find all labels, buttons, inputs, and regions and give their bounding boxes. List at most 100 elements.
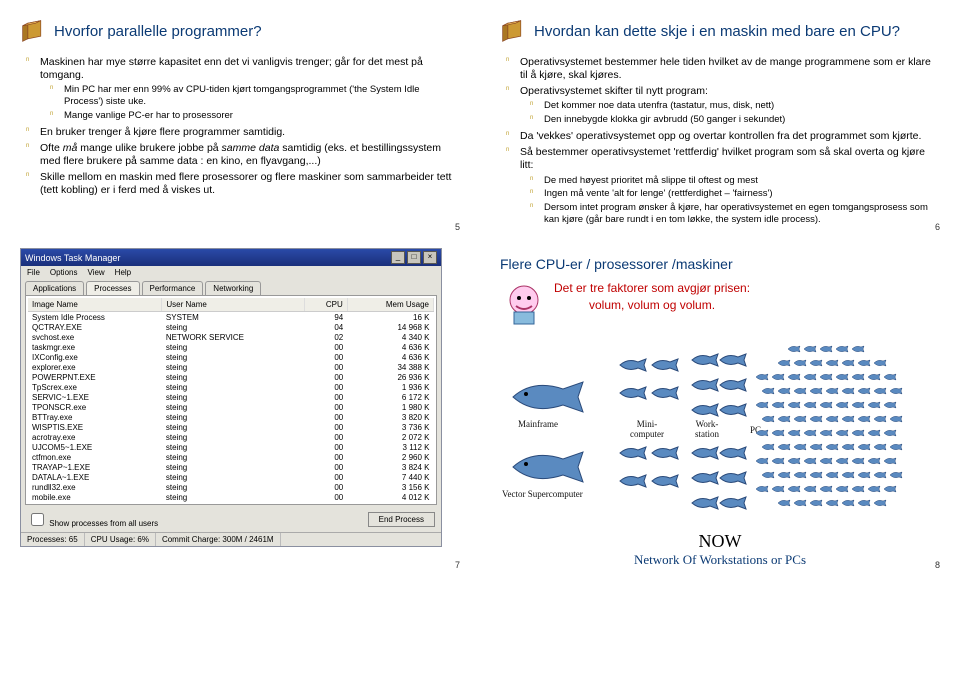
fish-icon <box>883 457 897 468</box>
fish-icon <box>883 485 897 496</box>
fish-icon <box>857 359 871 370</box>
fish-icon <box>771 401 785 412</box>
fish-icon <box>889 443 903 454</box>
fish-icon <box>873 387 887 398</box>
tab-performance[interactable]: Performance <box>142 281 204 295</box>
column-header[interactable]: Mem Usage <box>347 298 433 312</box>
bullet-item: En bruker trenger å kjøre flere programm… <box>26 126 460 139</box>
fish-icon <box>825 443 839 454</box>
table-row[interactable]: SERVIC~1.EXEsteing006 172 K <box>28 392 434 402</box>
fish-icon <box>873 415 887 426</box>
column-header[interactable]: User Name <box>162 298 304 312</box>
fish-icon <box>841 387 855 398</box>
bullet-item: Ofte må mange ulike brukere jobbe på sam… <box>26 142 460 168</box>
sub-bullet-item: Ingen må vente 'alt for lenge' (rettferd… <box>530 188 940 200</box>
fish-icon <box>755 485 769 496</box>
fish-icon <box>718 352 748 371</box>
table-row[interactable]: POWERPNT.EXEsteing0026 936 K <box>28 372 434 382</box>
fish-icon <box>618 385 648 404</box>
fish-icon <box>787 345 801 356</box>
fish-icon <box>889 415 903 426</box>
table-row[interactable]: taskmgr.exesteing004 636 K <box>28 342 434 352</box>
table-row[interactable]: System Idle ProcessSYSTEM9416 K <box>28 312 434 323</box>
end-process-button[interactable]: End Process <box>368 512 435 527</box>
status-processes: Processes: 65 <box>21 533 85 546</box>
fish-icon <box>809 499 823 510</box>
column-header[interactable]: Image Name <box>28 298 162 312</box>
fish-icon <box>793 499 807 510</box>
fish-icon <box>718 377 748 396</box>
fish-icon <box>777 471 791 482</box>
fish-icon <box>867 429 881 440</box>
fish-icon <box>835 373 849 384</box>
table-row[interactable]: WISPTIS.EXEsteing003 736 K <box>28 422 434 432</box>
fish-icon <box>857 387 871 398</box>
fish-icon <box>835 429 849 440</box>
menu-item-view[interactable]: View <box>87 268 104 277</box>
slide-title: Hvordan kan dette skje i en maskin med b… <box>534 23 900 40</box>
fish-icon <box>867 373 881 384</box>
now-heading: NOW <box>500 531 940 552</box>
fish-icon <box>777 415 791 426</box>
fish-icon <box>857 499 871 510</box>
fish-icon <box>793 443 807 454</box>
fish-icon <box>835 401 849 412</box>
table-row[interactable]: QCTRAY.EXEsteing0414 968 K <box>28 322 434 332</box>
table-row[interactable]: BTTray.exesteing003 820 K <box>28 412 434 422</box>
fish-icon <box>809 387 823 398</box>
fish-icon <box>873 471 887 482</box>
sub-bullet-item: De med høyest prioritet må slippe til of… <box>530 175 940 187</box>
fish-icon <box>819 457 833 468</box>
task-manager-window: Windows Task Manager _ □ × File Options Vi… <box>20 248 442 547</box>
table-row[interactable]: TpScrex.exesteing001 936 K <box>28 382 434 392</box>
fish-icon <box>618 357 648 376</box>
close-button[interactable]: × <box>423 251 437 264</box>
now-subtitle: Network Of Workstations or PCs <box>500 552 940 568</box>
table-row[interactable]: DATALA~1.EXEsteing007 440 K <box>28 472 434 482</box>
page-number: 6 <box>935 222 940 232</box>
fish-icon <box>873 499 887 510</box>
table-row[interactable]: IXConfig.exesteing004 636 K <box>28 352 434 362</box>
table-row[interactable]: explorer.exesteing0034 388 K <box>28 362 434 372</box>
table-row[interactable]: ctfmon.exesteing002 960 K <box>28 452 434 462</box>
status-cpu: CPU Usage: 6% <box>85 533 156 546</box>
slide-title: Flere CPU-er / prosessorer /maskiner <box>500 256 940 272</box>
fish-icon <box>835 345 849 356</box>
fish-icon <box>755 457 769 468</box>
fish-icon <box>690 377 720 396</box>
minimize-button[interactable]: _ <box>391 251 405 264</box>
fish-icon <box>851 485 865 496</box>
column-header[interactable]: CPU <box>304 298 347 312</box>
bullet-item: Operativsystemet skifter til nytt progra… <box>506 85 940 126</box>
sub-bullet-item: Mange vanlige PC-er har to prosessorer <box>50 110 460 122</box>
maximize-button[interactable]: □ <box>407 251 421 264</box>
slide-6: Hvordan kan dette skje i en maskin med b… <box>480 0 960 238</box>
fish-diagram: Mainframe Vector Supercomputer Mini- com… <box>500 337 940 527</box>
show-all-checkbox[interactable]: Show processes from all users <box>27 510 158 529</box>
tab-networking[interactable]: Networking <box>205 281 261 295</box>
tab-applications[interactable]: Applications <box>25 281 84 295</box>
table-row[interactable]: TRAYAP~1.EXEsteing003 824 K <box>28 462 434 472</box>
table-row[interactable]: acrotray.exesteing002 072 K <box>28 432 434 442</box>
menu-item-options[interactable]: Options <box>50 268 78 277</box>
label-mini: Mini- computer <box>630 419 664 439</box>
fish-icon <box>690 352 720 371</box>
fish-icon <box>857 471 871 482</box>
menu-item-file[interactable]: File <box>27 268 40 277</box>
table-row[interactable]: TPONSCR.exesteing001 980 K <box>28 402 434 412</box>
tab-processes[interactable]: Processes <box>86 281 139 295</box>
table-row[interactable]: mobile.exesteing004 012 K <box>28 492 434 502</box>
fish-icon <box>825 359 839 370</box>
fish-icon <box>819 345 833 356</box>
table-row[interactable]: rundll32.exesteing003 156 K <box>28 482 434 492</box>
fish-icon <box>851 457 865 468</box>
fish-icon <box>777 443 791 454</box>
fish-icon <box>873 359 887 370</box>
menu-item-help[interactable]: Help <box>115 268 131 277</box>
page-number: 8 <box>935 560 940 570</box>
table-row[interactable]: svchost.exeNETWORK SERVICE024 340 K <box>28 332 434 342</box>
bullet-item: Så bestemmer operativsystemet 'rettferdi… <box>506 146 940 226</box>
table-row[interactable]: UJCOM5~1.EXEsteing003 112 K <box>28 442 434 452</box>
window-title: Windows Task Manager <box>25 253 120 263</box>
fish-icon <box>841 499 855 510</box>
